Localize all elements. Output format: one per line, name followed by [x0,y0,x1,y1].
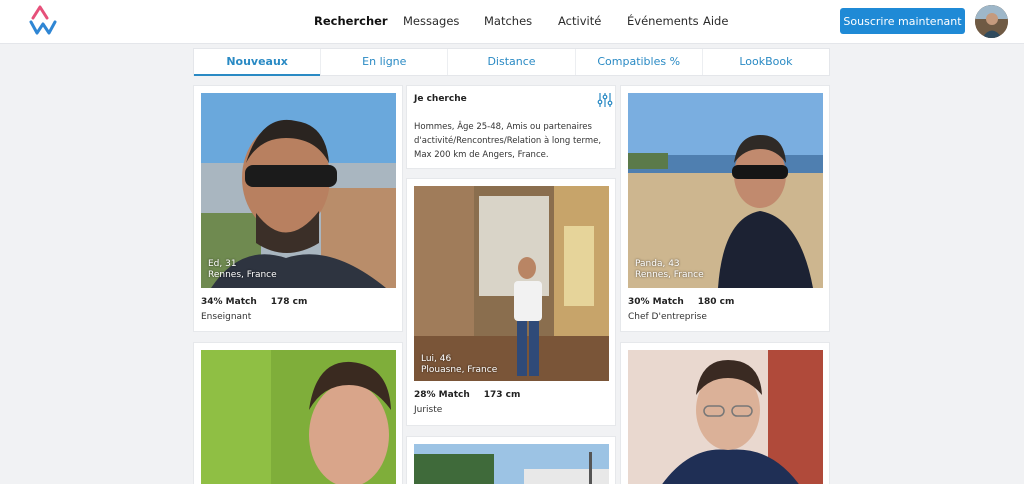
profile-card[interactable] [406,436,616,484]
search-criteria-card: Je cherche Hommes, Âge 25-48, Amis ou pa… [406,85,616,169]
profile-stats: 34% Match 178 cm [201,297,321,307]
results-tabs: Nouveaux En ligne Distance Compatibles %… [193,48,830,76]
nav-evenements[interactable]: Événements [627,14,699,28]
profile-photo[interactable] [201,350,396,484]
profile-card[interactable] [193,342,403,484]
subscribe-button[interactable]: Souscrire maintenant [840,8,965,34]
nav-aide[interactable]: Aide [703,14,728,28]
profile-photo[interactable]: Ed, 31 Rennes, France [201,93,396,288]
search-criteria-text: Hommes, Âge 25-48, Amis ou partenaires d… [414,122,602,160]
height: 180 cm [697,297,735,307]
match-percent: 28% Match [414,390,470,400]
tab-nouveaux[interactable]: Nouveaux [194,49,322,76]
profile-card[interactable]: Lui, 46 Plouasne, France 28% Match 173 cm… [406,178,616,426]
profile-name-age: Lui, 46 [421,354,452,364]
tab-lookbook[interactable]: LookBook [703,49,829,75]
profile-photo[interactable]: Lui, 46 Plouasne, France [414,186,609,381]
profile-name-age: Panda, 43 [635,259,680,269]
top-navigation-bar: Rechercher Messages Matches Activité Évé… [0,0,1024,44]
user-avatar[interactable] [975,5,1008,38]
nav-matches[interactable]: Matches [484,14,532,28]
profile-location: Rennes, France [208,270,277,280]
tab-distance[interactable]: Distance [448,49,576,75]
nav-messages[interactable]: Messages [403,14,459,28]
profile-photo[interactable] [628,350,823,484]
height: 173 cm [483,390,521,400]
profile-location: Rennes, France [635,270,704,280]
profile-card[interactable] [620,342,830,484]
profile-photo[interactable] [414,444,609,484]
match-percent: 30% Match [628,297,684,307]
profile-job: Enseignant [201,312,252,322]
nav-rechercher[interactable]: Rechercher [314,14,388,28]
nav-activite[interactable]: Activité [558,14,601,28]
match-percent: 34% Match [201,297,257,307]
profile-job: Juriste [414,405,443,415]
profile-stats: 30% Match 180 cm [628,297,748,307]
tab-en-ligne[interactable]: En ligne [321,49,449,75]
profile-photo[interactable]: Panda, 43 Rennes, France [628,93,823,288]
profile-card[interactable]: Ed, 31 Rennes, France 34% Match 178 cm En… [193,85,403,332]
profile-job: Chef D'entreprise [628,312,707,322]
height: 178 cm [270,297,308,307]
profile-location: Plouasne, France [421,365,498,375]
profile-stats: 28% Match 173 cm [414,390,534,400]
app-logo[interactable] [28,5,66,37]
tab-compatibles[interactable]: Compatibles % [576,49,703,75]
filter-sliders-icon[interactable] [597,92,613,108]
profile-name-age: Ed, 31 [208,259,237,269]
search-criteria-title: Je cherche [414,94,467,104]
profile-card[interactable]: Panda, 43 Rennes, France 30% Match 180 cm… [620,85,830,332]
